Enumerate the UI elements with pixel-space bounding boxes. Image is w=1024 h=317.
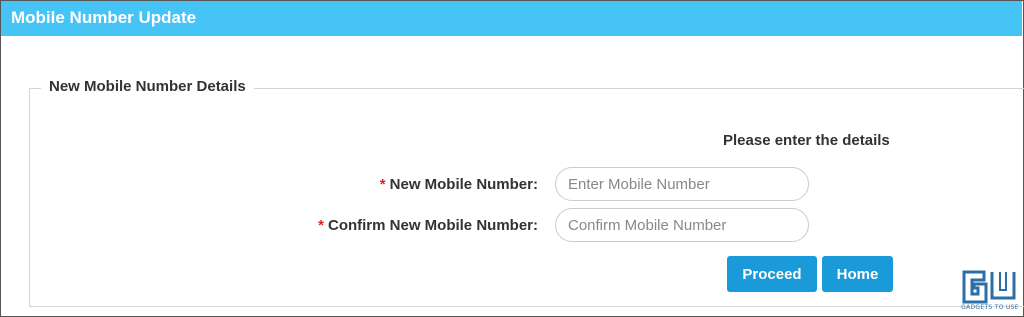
confirm-mobile-number-input[interactable] [555, 208, 809, 242]
confirm-mobile-number-label-text: Confirm New Mobile Number: [327, 217, 538, 234]
required-marker: * [379, 176, 386, 193]
watermark-logo: GADGETS TO USE [960, 268, 1020, 314]
page-title: Mobile Number Update [11, 8, 197, 27]
home-button[interactable]: Home [822, 256, 893, 292]
new-mobile-number-label-text: New Mobile Number: [389, 176, 538, 193]
confirm-mobile-number-label: * Confirm New Mobile Number: [318, 217, 538, 234]
gadgets-to-use-logo-icon [962, 270, 1016, 304]
proceed-button[interactable]: Proceed [727, 256, 817, 292]
fieldset-legend: New Mobile Number Details [41, 78, 254, 95]
new-mobile-number-label: * New Mobile Number: [380, 176, 538, 193]
header-bar: Mobile Number Update [1, 1, 1022, 36]
watermark-caption: GADGETS TO USE [961, 304, 1019, 311]
required-marker: * [318, 217, 324, 234]
new-mobile-number-input[interactable] [555, 167, 809, 201]
instructions-text: Please enter the details [723, 132, 890, 149]
